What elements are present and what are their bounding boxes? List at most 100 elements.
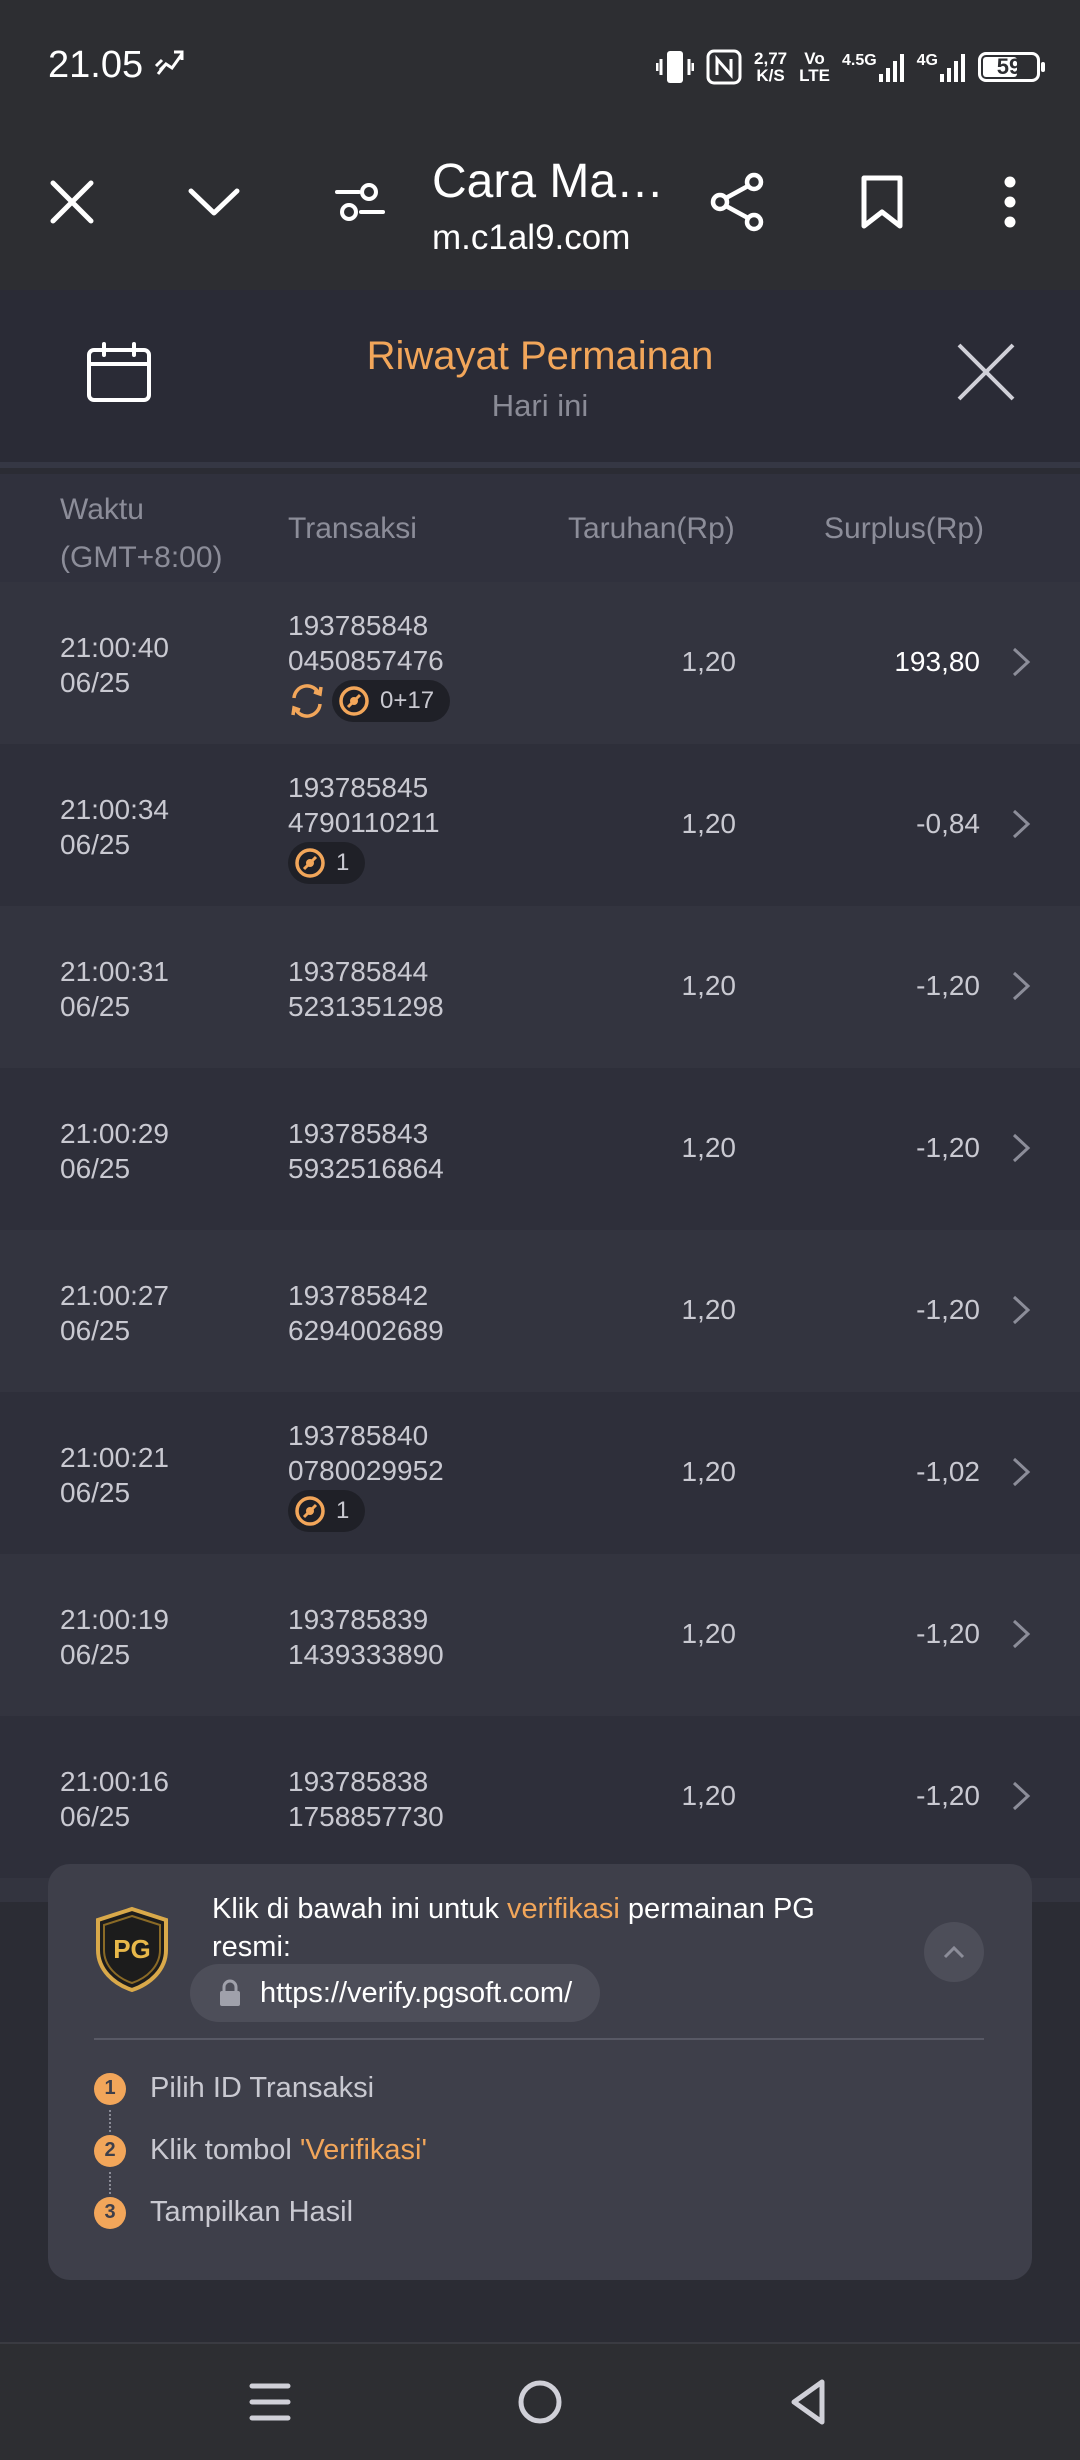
verify-url-link[interactable]: https://verify.pgsoft.com/ bbox=[190, 1964, 601, 2022]
row-datetime: 21:00:29 06/25 bbox=[60, 1116, 169, 1186]
volte-indicator: Vo LTE bbox=[799, 50, 830, 84]
transaction-id-part1: 193785843 bbox=[288, 1118, 429, 1149]
network-type-2: 4G bbox=[916, 52, 938, 69]
step-label: Tampilkan Hasil bbox=[150, 2196, 354, 2228]
step-text: Klik tombol 'Verifikasi' bbox=[150, 2134, 427, 2167]
lock-icon bbox=[220, 1979, 240, 2006]
site-settings-button[interactable] bbox=[328, 170, 392, 234]
more-options-button[interactable] bbox=[978, 170, 1042, 234]
table-row[interactable]: 21:00:16 06/25 193785838 1758857730 1,20… bbox=[0, 1716, 1080, 1878]
history-table-body: 21:00:40 06/25 193785848 0450857476 0+17 bbox=[0, 582, 1080, 1878]
row-badges: 0+17 bbox=[288, 680, 451, 722]
page-url[interactable]: m.c1al9.com bbox=[432, 218, 630, 258]
bookmark-icon bbox=[861, 175, 903, 229]
nfc-icon bbox=[706, 49, 742, 85]
step-text: Pilih ID Transaksi bbox=[150, 2072, 374, 2105]
transaction-id-part1: 193785842 bbox=[288, 1280, 429, 1311]
row-time: 21:00:40 bbox=[60, 632, 169, 663]
collapse-card-button[interactable] bbox=[924, 1922, 984, 1982]
transaction-id-part2: 6294002689 bbox=[288, 1315, 444, 1346]
row-transaction-id: 193785843 5932516864 bbox=[288, 1116, 444, 1186]
row-bet: 1,20 bbox=[681, 1456, 737, 1487]
transaction-id-part2: 1439333890 bbox=[288, 1639, 444, 1670]
step-number: 2 bbox=[94, 2134, 126, 2167]
collapse-button[interactable] bbox=[182, 170, 246, 234]
row-surplus: -1,20 bbox=[916, 970, 980, 1001]
battery-level: 59 bbox=[996, 54, 1022, 79]
free-spin-count: 0+17 bbox=[380, 687, 435, 714]
step-number: 1 bbox=[94, 2072, 126, 2105]
row-datetime: 21:00:16 06/25 bbox=[60, 1764, 169, 1834]
respin-icon bbox=[291, 684, 323, 718]
transaction-id-part1: 193785839 bbox=[288, 1604, 429, 1635]
row-surplus: -1,20 bbox=[916, 1294, 980, 1325]
column-header-surplus: Surplus(Rp) bbox=[824, 512, 985, 545]
row-bet: 1,20 bbox=[681, 808, 737, 839]
row-bet: 1,20 bbox=[681, 970, 737, 1001]
free-spin-icon bbox=[339, 686, 369, 716]
step-connector bbox=[109, 2110, 111, 2132]
row-time: 21:00:34 bbox=[60, 794, 169, 825]
vibrate-icon bbox=[656, 51, 695, 83]
table-row[interactable]: 21:00:21 06/25 193785840 0780029952 1 1,… bbox=[0, 1392, 1080, 1554]
transaction-id-part1: 193785845 bbox=[288, 772, 429, 803]
row-transaction-id: 193785845 4790110211 bbox=[288, 770, 440, 840]
column-header-time: Waktu (GMT+8:00) bbox=[60, 486, 223, 582]
row-badges: 1 bbox=[288, 1490, 366, 1532]
chevron-down-icon bbox=[188, 188, 240, 216]
table-row[interactable]: 21:00:29 06/25 193785843 5932516864 1,20… bbox=[0, 1068, 1080, 1230]
network-type-1: 4.5G bbox=[841, 52, 877, 69]
free-spin-icon bbox=[295, 1496, 325, 1526]
table-row[interactable]: 21:00:40 06/25 193785848 0450857476 0+17 bbox=[0, 582, 1080, 744]
row-date: 06/25 bbox=[60, 1801, 131, 1832]
transaction-id-part2: 5932516864 bbox=[288, 1153, 444, 1184]
table-row[interactable]: 21:00:19 06/25 193785839 1439333890 1,20… bbox=[0, 1554, 1080, 1716]
row-surplus: -1,02 bbox=[916, 1456, 980, 1487]
column-header-transaction: Transaksi bbox=[288, 512, 417, 545]
date-filter-label[interactable]: Hari ini bbox=[0, 388, 1080, 424]
verify-text-before: Klik di bawah ini untuk bbox=[212, 1893, 507, 1925]
row-time: 21:00:21 bbox=[60, 1442, 169, 1473]
recent-apps-icon[interactable] bbox=[242, 2374, 298, 2430]
transaction-id-part2: 5231351298 bbox=[288, 991, 444, 1022]
step-highlight: 'Verifikasi' bbox=[299, 2134, 428, 2166]
page-title[interactable]: Cara Ma… bbox=[432, 154, 664, 209]
row-time: 21:00:16 bbox=[60, 1766, 169, 1797]
network-speed-unit: K/S bbox=[756, 66, 785, 85]
transaction-id-part2: 0780029952 bbox=[288, 1455, 444, 1486]
home-icon[interactable] bbox=[512, 2374, 568, 2430]
row-transaction-id: 193785848 0450857476 bbox=[288, 608, 444, 678]
row-time: 21:00:27 bbox=[60, 1280, 169, 1311]
row-date: 06/25 bbox=[60, 829, 131, 860]
verify-text-highlight: verifikasi bbox=[507, 1893, 620, 1925]
row-badges: 1 bbox=[288, 842, 366, 884]
network-speed: 2,77 K/S bbox=[754, 50, 787, 84]
close-tab-button[interactable] bbox=[40, 170, 104, 234]
system-navigation-bar bbox=[0, 2342, 1080, 2460]
row-surplus: -1,20 bbox=[916, 1618, 980, 1649]
transaction-id-part2: 0450857476 bbox=[288, 645, 444, 676]
verify-card: PG Klik di bawah ini untuk verifikasi pe… bbox=[48, 1864, 1032, 2280]
history-header: Riwayat Permainan Hari ini bbox=[0, 290, 1080, 468]
table-row[interactable]: 21:00:27 06/25 193785842 6294002689 1,20… bbox=[0, 1230, 1080, 1392]
chevron-right-icon bbox=[1012, 647, 1031, 677]
row-date: 06/25 bbox=[60, 1477, 131, 1508]
step-text: Tampilkan Hasil bbox=[150, 2196, 353, 2229]
column-header-bet: Taruhan(Rp) bbox=[568, 512, 735, 545]
row-date: 06/25 bbox=[60, 1315, 131, 1346]
browser-toolbar: Cara Ma… m.c1al9.com bbox=[0, 130, 1080, 290]
tune-icon bbox=[335, 183, 385, 221]
history-title: Riwayat Permainan bbox=[366, 334, 714, 378]
row-transaction-id: 193785844 5231351298 bbox=[288, 954, 444, 1024]
row-transaction-id: 193785840 0780029952 bbox=[288, 1418, 444, 1488]
table-row[interactable]: 21:00:34 06/25 193785845 4790110211 1 1,… bbox=[0, 744, 1080, 906]
share-button[interactable] bbox=[706, 170, 770, 234]
free-spin-count: 1 bbox=[336, 849, 350, 876]
close-history-icon[interactable] bbox=[956, 342, 1016, 402]
pg-shield-logo: PG bbox=[96, 1906, 168, 1992]
row-date: 06/25 bbox=[60, 667, 131, 698]
table-header: Waktu (GMT+8:00) Transaksi Taruhan(Rp) S… bbox=[0, 474, 1080, 582]
back-icon[interactable] bbox=[782, 2374, 838, 2430]
table-row[interactable]: 21:00:31 06/25 193785844 5231351298 1,20… bbox=[0, 906, 1080, 1068]
bookmark-button[interactable] bbox=[850, 170, 914, 234]
